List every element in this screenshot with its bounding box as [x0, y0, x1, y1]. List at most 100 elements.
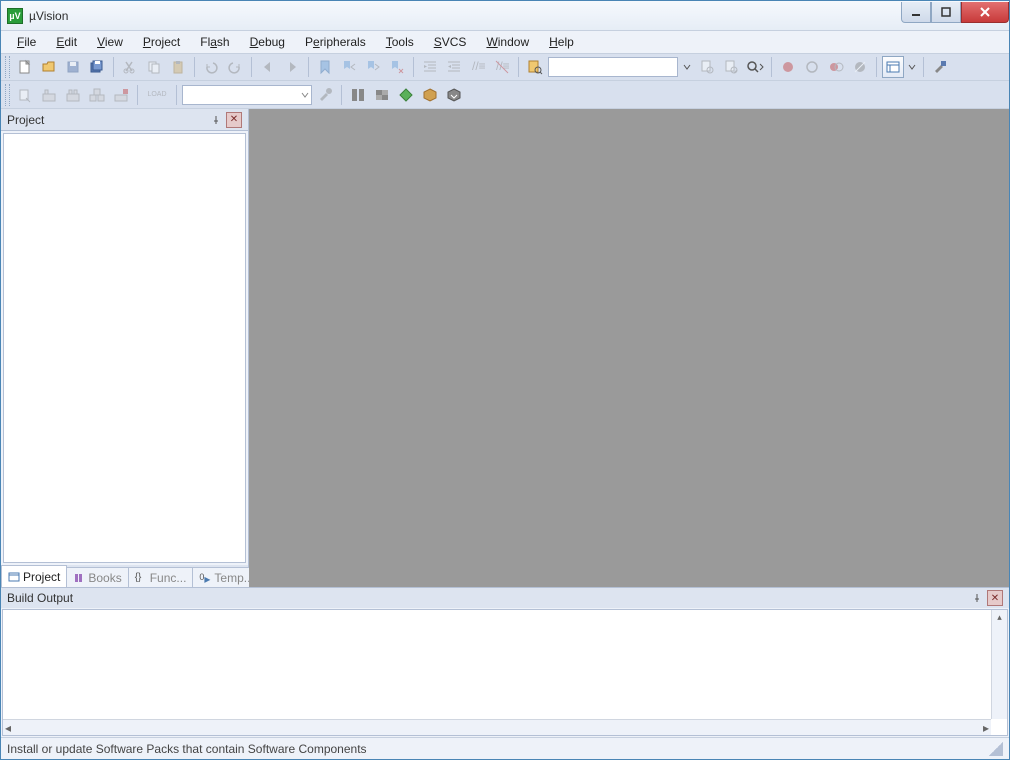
file-extensions-button[interactable]: [347, 84, 369, 106]
menu-peripherals[interactable]: Peripherals: [297, 33, 374, 51]
stop-build-button[interactable]: [110, 84, 132, 106]
uncomment-button[interactable]: //≡: [491, 56, 513, 78]
pin-button[interactable]: [208, 112, 224, 128]
breakpoint-disable-button[interactable]: [849, 56, 871, 78]
save-icon: [65, 59, 81, 75]
pin-icon: [972, 593, 982, 603]
translate-button[interactable]: [14, 84, 36, 106]
manage-rte-button[interactable]: [395, 84, 417, 106]
bookmark-toggle-button[interactable]: [314, 56, 336, 78]
separator: [923, 57, 924, 77]
svg-text://≡: //≡: [496, 59, 510, 73]
menu-svcs[interactable]: SVCS: [426, 33, 475, 51]
pin-button[interactable]: [969, 590, 985, 606]
separator: [194, 57, 195, 77]
menu-debug[interactable]: Debug: [242, 33, 293, 51]
scrollbar-vertical[interactable]: ▴: [991, 610, 1007, 719]
pack-installer-icon: [446, 87, 462, 103]
project-window-dropdown[interactable]: [906, 56, 918, 78]
undo-button[interactable]: [200, 56, 222, 78]
bookmark-prev-button[interactable]: [338, 56, 360, 78]
target-options-button[interactable]: [314, 84, 336, 106]
panel-close-button[interactable]: ✕: [987, 590, 1003, 606]
comment-button[interactable]: //≡: [467, 56, 489, 78]
find-input[interactable]: [548, 57, 678, 77]
maximize-button[interactable]: [931, 2, 961, 23]
build-button[interactable]: [38, 84, 60, 106]
menu-edit[interactable]: Edit: [48, 33, 85, 51]
manage-rte-icon: [398, 87, 414, 103]
project-tree[interactable]: [3, 133, 246, 563]
window-buttons: [901, 2, 1009, 23]
menu-window[interactable]: Window: [478, 33, 537, 51]
outdent-icon: [446, 59, 462, 75]
save-button[interactable]: [62, 56, 84, 78]
titlebar: µV µVision: [1, 1, 1009, 31]
tab-project[interactable]: Project: [1, 565, 67, 587]
nav-forward-button[interactable]: [281, 56, 303, 78]
manage-multi-project-icon: [374, 87, 390, 103]
close-button[interactable]: [961, 2, 1009, 23]
nav-back-button[interactable]: [257, 56, 279, 78]
find-dropdown[interactable]: [680, 56, 694, 78]
nav-back-icon: [260, 59, 276, 75]
incremental-search-button[interactable]: [744, 56, 766, 78]
save-all-button[interactable]: [86, 56, 108, 78]
build-output-panel: Build Output ✕ ▴ ◂▸: [1, 587, 1009, 737]
panel-close-button[interactable]: ✕: [226, 112, 242, 128]
bookmark-toggle-icon: [317, 59, 333, 75]
resize-grip[interactable]: [989, 742, 1003, 756]
manage-multi-project-button[interactable]: [371, 84, 393, 106]
redo-button[interactable]: [224, 56, 246, 78]
editor-area: [249, 109, 1009, 587]
project-window-button[interactable]: [882, 56, 904, 78]
cut-button[interactable]: [119, 56, 141, 78]
find-next-button[interactable]: [720, 56, 742, 78]
find-prev-button[interactable]: [696, 56, 718, 78]
menu-project[interactable]: Project: [135, 33, 188, 51]
bookmark-clear-button[interactable]: [386, 56, 408, 78]
open-folder-icon: [41, 59, 57, 75]
open-button[interactable]: [38, 56, 60, 78]
tab-books[interactable]: Books: [66, 567, 128, 587]
separator: [341, 85, 342, 105]
outdent-button[interactable]: [443, 56, 465, 78]
menu-help[interactable]: Help: [541, 33, 582, 51]
configure-button[interactable]: [929, 56, 951, 78]
breakpoint-insert-button[interactable]: [801, 56, 823, 78]
build-output-text[interactable]: ▴ ◂▸: [2, 609, 1008, 736]
rebuild-button[interactable]: [62, 84, 84, 106]
indent-icon: [422, 59, 438, 75]
batch-build-button[interactable]: [86, 84, 108, 106]
paste-icon: [170, 59, 186, 75]
pin-icon: [211, 115, 221, 125]
menu-tools[interactable]: Tools: [378, 33, 422, 51]
toolbar-grip[interactable]: [5, 84, 10, 106]
breakpoint-enable-button[interactable]: [825, 56, 847, 78]
bookmark-next-icon: [365, 59, 381, 75]
menu-view[interactable]: View: [89, 33, 131, 51]
scrollbar-horizontal[interactable]: ◂▸: [3, 719, 991, 735]
menu-flash[interactable]: Flash: [192, 33, 237, 51]
toolbar-grip[interactable]: [5, 56, 10, 78]
find-in-files-button[interactable]: [524, 56, 546, 78]
separator: [308, 57, 309, 77]
download-button[interactable]: LOAD: [143, 84, 171, 106]
functions-tab-icon: {}: [135, 572, 147, 584]
build-toolbar: LOAD: [1, 81, 1009, 109]
bookmark-next-button[interactable]: [362, 56, 384, 78]
copy-button[interactable]: [143, 56, 165, 78]
select-packs-button[interactable]: [419, 84, 441, 106]
tab-functions[interactable]: {} Func...: [128, 567, 194, 587]
target-select[interactable]: [182, 85, 312, 105]
paste-button[interactable]: [167, 56, 189, 78]
pack-installer-button[interactable]: [443, 84, 465, 106]
project-tab-icon: [8, 571, 20, 583]
separator: [518, 57, 519, 77]
copy-icon: [146, 59, 162, 75]
menu-file[interactable]: File: [9, 33, 44, 51]
indent-button[interactable]: [419, 56, 441, 78]
new-file-button[interactable]: [14, 56, 36, 78]
minimize-button[interactable]: [901, 2, 931, 23]
debug-start-button[interactable]: [777, 56, 799, 78]
